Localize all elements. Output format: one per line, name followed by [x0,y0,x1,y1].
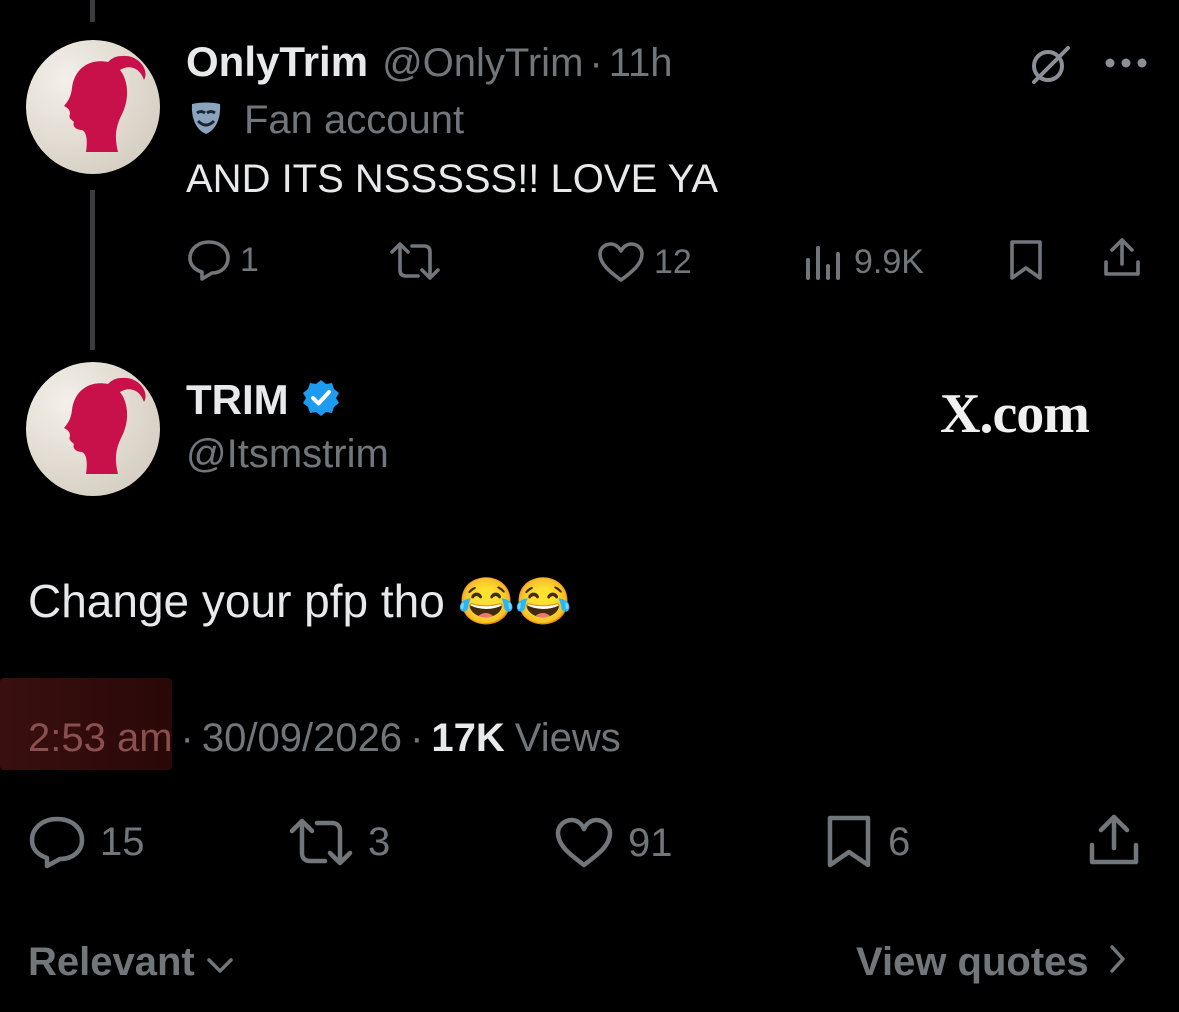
thread-line [90,190,95,350]
repost-button[interactable]: 3 [288,816,390,868]
mask-icon [186,98,226,143]
tweet-meta: 2:53 am · 30/09/2026 · 17K Views [28,716,621,761]
handle[interactable]: @OnlyTrim [382,41,583,86]
grok-icon[interactable] [1026,40,1074,93]
separator: · [180,716,194,760]
bookmark-icon[interactable] [1006,238,1046,287]
reply-button[interactable]: 15 [28,815,145,869]
separator: · [410,716,424,760]
views-count: 17K [431,716,505,760]
author-row: TRIM [186,376,341,424]
avatar[interactable] [26,40,160,174]
like-button[interactable]: 12 [596,240,692,284]
sort-dropdown[interactable]: Relevant [28,940,235,985]
repost-count: 3 [368,819,391,864]
display-name[interactable]: TRIM [186,376,289,424]
display-name[interactable]: OnlyTrim [186,38,368,86]
tweet-time[interactable]: 2:53 am [28,716,173,761]
x-watermark: X.com [940,383,1090,445]
bookmark-count: 6 [888,819,911,864]
chevron-right-icon [1107,940,1127,985]
reply-count: 15 [100,819,145,864]
chevron-down-icon [205,940,235,985]
share-icon[interactable] [1086,812,1142,873]
separator: · [589,41,603,85]
tweet-text: Change your pfp tho 😂😂 [28,575,573,627]
tweet-date[interactable]: 30/09/2026 [202,716,402,761]
affiliation-text: Fan account [244,98,465,142]
bookmark-button[interactable]: 6 [824,814,910,870]
sort-label: Relevant [28,940,195,984]
view-quotes-label: View quotes [856,940,1089,984]
view-quotes-link[interactable]: View quotes [856,940,1127,985]
repost-button[interactable] [388,240,450,282]
tweet-text: AND ITS NSSSSS!! LOVE YA [186,157,719,201]
share-icon[interactable] [1100,236,1144,285]
reply-button[interactable]: 1 [186,238,259,282]
views-label[interactable]: Views [515,716,621,761]
tweet-header: OnlyTrim @OnlyTrim · 11h [186,38,673,86]
verified-badge-icon [301,378,341,423]
views-button[interactable]: 9.9K [804,242,924,282]
timestamp[interactable]: 11h [609,41,673,86]
reply-count: 1 [240,240,259,279]
like-button[interactable]: 91 [554,816,673,870]
handle[interactable]: @Itsmstrim [186,432,389,477]
more-icon[interactable] [1104,56,1148,74]
like-count: 91 [628,820,673,865]
like-count: 12 [654,242,692,281]
views-count: 9.9K [854,242,924,281]
avatar[interactable] [26,362,160,496]
thread-line-top [90,0,95,22]
affiliation-label: Fan account [186,98,464,143]
